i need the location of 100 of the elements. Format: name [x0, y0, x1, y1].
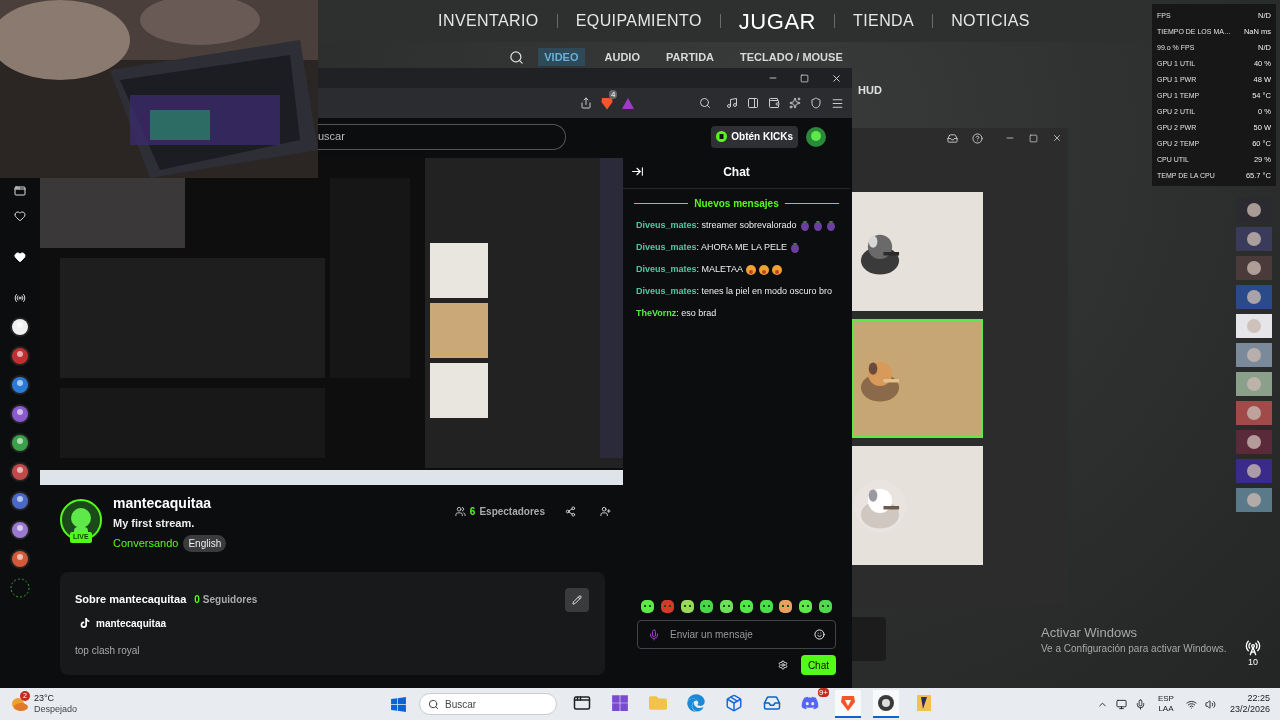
search-placeholder: uscar [318, 129, 345, 145]
thumbnail-icon[interactable] [1236, 401, 1272, 425]
thumbnail-icon[interactable] [1236, 256, 1272, 280]
edit-button[interactable] [565, 587, 589, 612]
maximize-icon[interactable] [1029, 133, 1038, 143]
wallet-icon[interactable] [768, 97, 780, 109]
broadcast-icon[interactable] [1245, 640, 1261, 656]
thumbnail-icon[interactable] [1236, 314, 1272, 338]
edge-icon[interactable] [687, 694, 706, 712]
language-tag[interactable]: English [183, 534, 227, 552]
heart-icon[interactable] [14, 210, 26, 222]
emote-icon[interactable] [798, 599, 814, 614]
settings-tab[interactable]: PARTIDA [659, 47, 721, 67]
channel-avatar-icon[interactable] [10, 491, 30, 511]
thumbnail-icon[interactable] [1236, 343, 1272, 367]
game-icon[interactable] [915, 694, 934, 712]
close-icon[interactable] [831, 72, 842, 84]
channel-avatar-icon[interactable] [10, 346, 30, 366]
thumbnail-icon[interactable] [1236, 227, 1272, 251]
start-icon[interactable] [390, 695, 408, 713]
channel-avatar-icon[interactable] [10, 404, 30, 424]
emoji-icon[interactable] [814, 629, 825, 640]
volume-icon[interactable] [1204, 698, 1216, 710]
thumbnail-icon[interactable] [1236, 430, 1272, 454]
avatar-icon[interactable] [806, 126, 826, 147]
message-input[interactable]: Enviar un mensaje [637, 620, 836, 649]
music-icon[interactable] [726, 97, 738, 109]
sparkle-icon[interactable] [789, 97, 801, 109]
triangle-icon[interactable] [622, 97, 634, 109]
emote-icon[interactable] [640, 599, 655, 614]
search-icon[interactable] [509, 49, 525, 65]
thumbnail-icon[interactable] [1236, 285, 1272, 309]
add-channel-icon[interactable] [10, 578, 30, 598]
image-card[interactable] [852, 192, 983, 311]
settings-tab[interactable]: VIDEO [538, 47, 585, 67]
tab-search-icon[interactable] [699, 97, 711, 109]
social-link[interactable]: mantecaquitaa [96, 615, 167, 631]
streamer-name[interactable]: mantecaquitaa [113, 493, 227, 514]
weather-icon[interactable] [10, 697, 28, 711]
settings-tab[interactable]: TECLADO / MOUSE [734, 47, 849, 67]
emote-icon[interactable] [778, 599, 794, 614]
keyboard-layout[interactable]: LAA [1158, 704, 1174, 714]
share-icon[interactable] [580, 97, 592, 109]
thumbnail-icon[interactable] [1236, 372, 1272, 396]
coin-icon [716, 131, 728, 142]
mail-icon[interactable] [763, 694, 782, 712]
eggplant-emote-icon [812, 220, 823, 232]
shield-badge: 4 [609, 89, 618, 99]
channel-avatar-icon[interactable] [10, 520, 30, 540]
store-icon[interactable] [725, 694, 744, 712]
lion-shield-icon[interactable] [839, 694, 858, 712]
sidebar-icon[interactable] [747, 97, 759, 109]
game-nav-tab[interactable]: INVENTARIO [430, 9, 547, 33]
game-nav-tab[interactable]: TIENDA [845, 9, 923, 33]
emote-icon[interactable] [719, 599, 735, 614]
microphone-icon[interactable] [648, 628, 660, 641]
channel-avatar-icon[interactable] [10, 317, 30, 337]
share-icon[interactable] [565, 506, 576, 517]
settings-tab[interactable]: AUDIO [598, 47, 646, 67]
office-icon[interactable] [611, 694, 630, 712]
channel-avatar-icon[interactable] [10, 549, 30, 569]
emote-icon[interactable] [817, 599, 833, 614]
collapse-icon[interactable] [631, 165, 644, 178]
discord-icon[interactable] [801, 694, 820, 712]
category-link[interactable]: Conversando [113, 534, 179, 552]
channel-avatar-icon[interactable] [10, 462, 30, 482]
emote-icon[interactable] [738, 599, 754, 614]
emote-icon[interactable] [679, 599, 695, 614]
live-icon[interactable] [14, 292, 26, 304]
shield-icon[interactable] [810, 97, 822, 109]
tiktok-icon[interactable] [80, 618, 90, 628]
task-view-icon[interactable] [573, 694, 592, 712]
channel-avatar-icon[interactable] [10, 375, 30, 395]
user-add-icon[interactable] [600, 506, 611, 517]
thumbnail-icon[interactable] [1236, 488, 1272, 512]
chat-send-button[interactable]: Chat [800, 655, 836, 675]
input-language[interactable]: ESP [1157, 694, 1174, 704]
settings-icon[interactable] [777, 660, 788, 670]
network-icon[interactable] [1185, 698, 1197, 710]
lion-shield-icon[interactable] [601, 96, 613, 110]
chat-message: Diveus_mates: tenes la piel en modo oscuro bro [636, 286, 833, 296]
record-icon[interactable] [877, 694, 896, 712]
game-nav-tab[interactable]: NOTICIAS [943, 9, 1038, 33]
clock-time[interactable]: 22:25 [1247, 693, 1270, 704]
thumbnail-icon[interactable] [1236, 459, 1272, 483]
microphone-icon[interactable] [1134, 698, 1146, 710]
kicks-button[interactable]: Obtén KICKs [711, 125, 798, 148]
channel-avatar-icon[interactable] [10, 433, 30, 453]
maximize-icon[interactable] [800, 73, 809, 83]
window-icon[interactable] [14, 185, 26, 197]
game-nav-tab[interactable]: JUGAR [730, 4, 825, 38]
game-nav-tab[interactable]: EQUIPAMIENTO [567, 9, 710, 33]
help-icon[interactable] [972, 132, 983, 144]
emote-icon[interactable] [758, 599, 774, 614]
clock-date[interactable]: 23/2/2026 [1229, 704, 1270, 715]
close-icon[interactable] [1052, 133, 1062, 143]
inbox-icon[interactable] [947, 132, 958, 144]
menu-icon[interactable] [831, 96, 844, 110]
emote-icon[interactable] [699, 599, 715, 614]
taskbar-search[interactable]: Buscar [419, 693, 558, 715]
